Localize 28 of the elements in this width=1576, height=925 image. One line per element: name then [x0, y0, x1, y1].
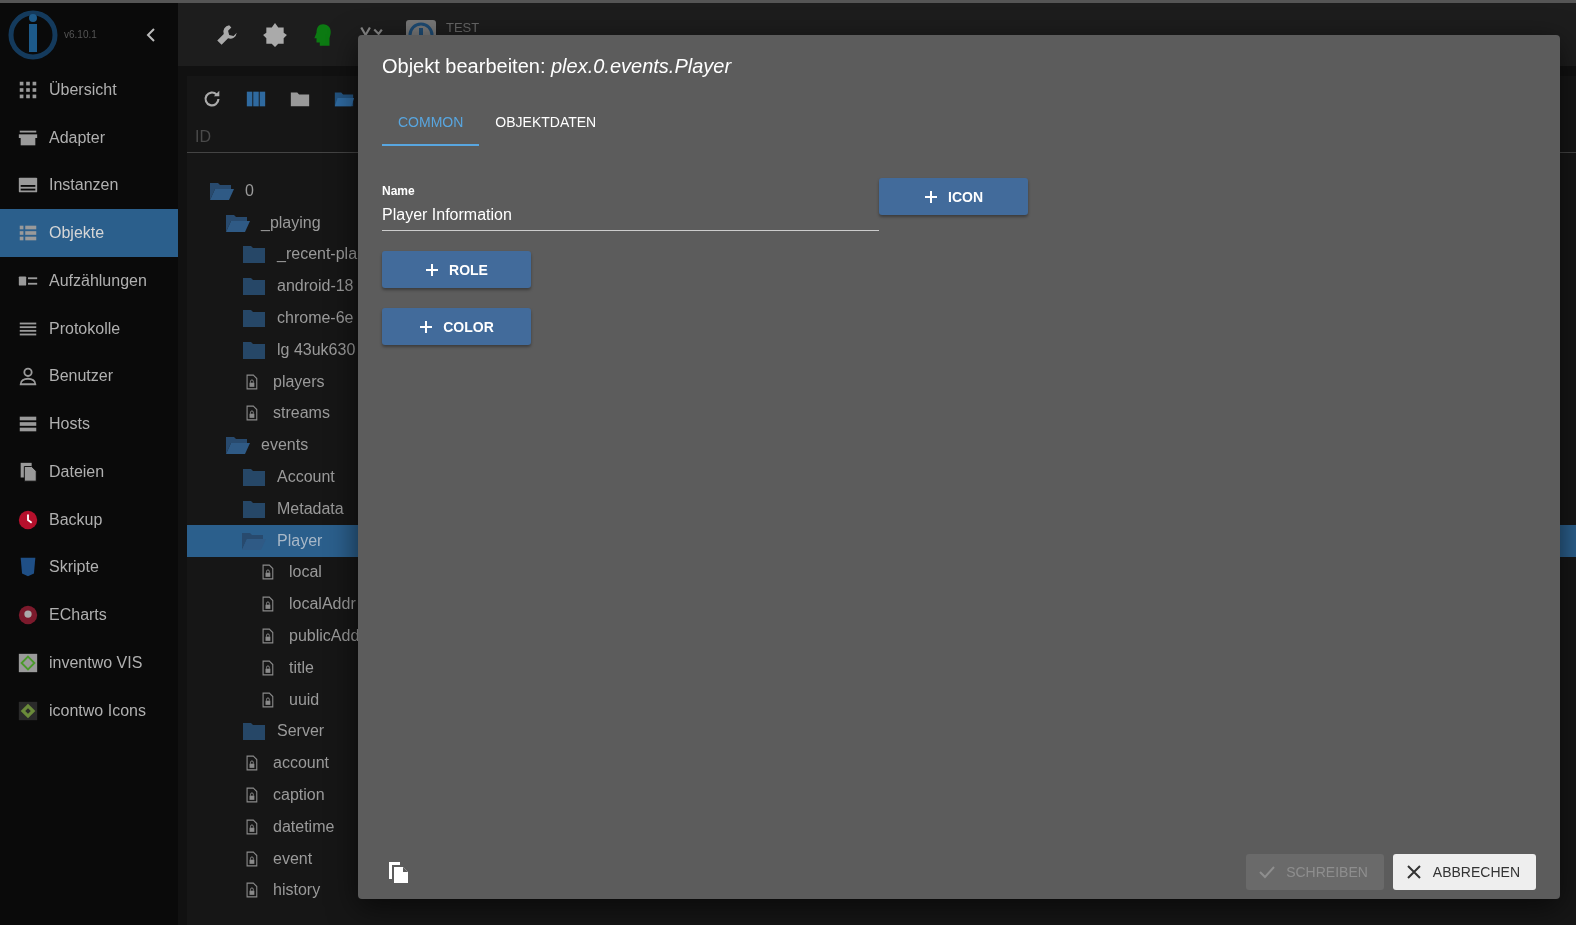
tree-label: Account	[277, 468, 335, 487]
tree-label: caption	[273, 786, 325, 805]
tree-label: Player	[277, 531, 323, 550]
tree-label: Metadata	[277, 499, 344, 518]
tree-label: 0	[245, 181, 254, 200]
tree-label: _recent-pla	[277, 245, 358, 264]
field-label: Name	[382, 184, 416, 198]
tree-label: localAddr	[289, 595, 356, 614]
tree-label: lg 43uk630	[277, 340, 356, 359]
tree-label: title	[289, 658, 314, 677]
tree-label: local	[289, 563, 322, 582]
tree-label: streams	[273, 404, 330, 423]
field-value: Player Information	[382, 206, 513, 224]
tree-label: players	[273, 372, 325, 391]
tree-label: datetime	[273, 817, 335, 836]
tree-label: _playing	[261, 213, 321, 232]
tree-label: history	[273, 881, 321, 900]
dialog-title: Objekt bearbeiten: plex.0.events.Player	[382, 55, 733, 78]
version-label: v6.10.1	[64, 29, 97, 40]
tree-label: publicAdd	[289, 627, 360, 646]
tree-label: event	[273, 849, 313, 868]
tree-label: uuid	[289, 690, 320, 709]
tree-label: android-18	[277, 277, 354, 296]
tree-label: events	[261, 436, 309, 455]
tree-label: account	[273, 754, 330, 773]
tree-label: chrome-6e	[277, 309, 354, 328]
host-label: TEST	[446, 20, 480, 35]
tree-label: Server	[277, 722, 325, 741]
